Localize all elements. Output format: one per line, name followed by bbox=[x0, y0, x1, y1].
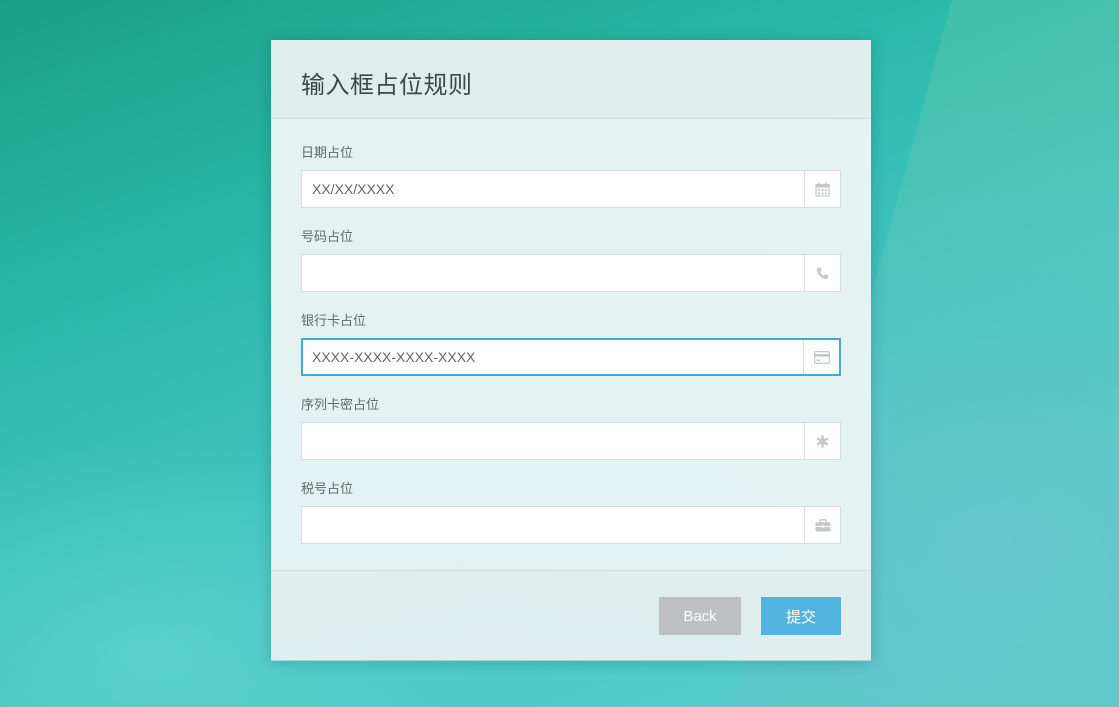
bankcard-field-label: 银行卡占位 bbox=[301, 314, 367, 329]
bankcard-addon bbox=[803, 340, 839, 374]
calendar-icon bbox=[815, 182, 830, 197]
phone-input-group bbox=[301, 254, 841, 292]
date-input-group bbox=[301, 170, 841, 208]
serial-field: 序列卡密占位 bbox=[301, 396, 841, 480]
credit-card-icon bbox=[813, 350, 830, 364]
taxid-addon bbox=[804, 507, 840, 543]
back-button[interactable]: Back bbox=[659, 597, 741, 635]
serial-field-label: 序列卡密占位 bbox=[301, 398, 380, 413]
date-input[interactable] bbox=[302, 171, 802, 207]
serial-addon bbox=[804, 423, 840, 459]
phone-addon bbox=[804, 255, 840, 291]
form-body: 日期占位 XX/XX/XXXX 号码占位 银行卡占位 XXXX-XXXX-XXX… bbox=[271, 119, 871, 564]
taxid-input[interactable] bbox=[302, 507, 802, 543]
serial-input[interactable] bbox=[302, 423, 802, 459]
card-footer: Back 提交 bbox=[271, 570, 871, 661]
briefcase-icon bbox=[815, 518, 830, 531]
date-field-label: 日期占位 bbox=[301, 146, 354, 161]
serial-input-group bbox=[301, 422, 841, 460]
taxid-input-group bbox=[301, 506, 841, 544]
asterisk-icon bbox=[816, 434, 829, 448]
taxid-field-label: 税号占位 bbox=[301, 482, 354, 497]
bankcard-input[interactable] bbox=[303, 340, 803, 374]
phone-icon bbox=[816, 267, 829, 279]
phone-field-label: 号码占位 bbox=[301, 230, 354, 245]
phone-field: 号码占位 bbox=[301, 228, 841, 312]
form-title: 输入框占位规则 bbox=[301, 71, 473, 99]
card-header: 输入框占位规则 bbox=[271, 40, 871, 119]
date-addon bbox=[804, 171, 840, 207]
submit-button[interactable]: 提交 bbox=[761, 597, 841, 635]
bankcard-field: 银行卡占位 bbox=[301, 312, 841, 396]
phone-input[interactable] bbox=[302, 255, 802, 291]
form-card: 输入框占位规则 日期占位 XX/XX/XXXX 号码占位 银行卡占位 XXXX-… bbox=[271, 40, 871, 661]
date-field: 日期占位 bbox=[301, 144, 841, 228]
bankcard-input-group bbox=[301, 338, 841, 376]
taxid-field: 税号占位 bbox=[301, 480, 841, 564]
